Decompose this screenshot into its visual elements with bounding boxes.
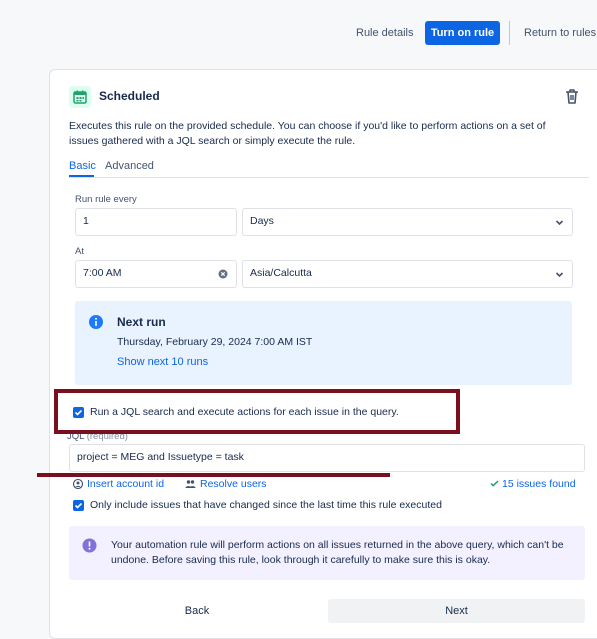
annotation-highlight-box bbox=[54, 389, 460, 434]
show-next-runs-link[interactable]: Show next 10 runs bbox=[117, 356, 208, 368]
tab-divider bbox=[69, 177, 589, 178]
warning-box: Your automation rule will perform action… bbox=[69, 526, 585, 580]
clear-icon[interactable] bbox=[218, 269, 228, 279]
turn-on-rule-button[interactable]: Turn on rule bbox=[425, 21, 500, 45]
trash-icon[interactable] bbox=[563, 87, 581, 105]
resolve-users-label: Resolve users bbox=[200, 478, 267, 490]
time-input[interactable]: 7:00 AM bbox=[75, 260, 237, 288]
tab-advanced[interactable]: Advanced bbox=[105, 160, 154, 172]
check-icon bbox=[74, 502, 83, 509]
users-icon bbox=[185, 480, 196, 488]
user-icon bbox=[72, 478, 84, 490]
issues-found-link[interactable]: 15 issues found bbox=[490, 478, 576, 490]
next-button[interactable]: Next bbox=[328, 599, 585, 623]
info-icon bbox=[89, 315, 103, 329]
run-every-label: Run rule every bbox=[75, 194, 137, 205]
timezone-select[interactable]: Asia/Calcutta bbox=[242, 260, 573, 288]
run-every-input[interactable]: 1 bbox=[75, 208, 237, 236]
active-tab-indicator bbox=[69, 175, 94, 177]
next-run-date: Thursday, February 29, 2024 7:00 AM IST bbox=[117, 336, 313, 348]
insert-account-id-label: Insert account id bbox=[87, 478, 165, 490]
tab-basic[interactable]: Basic bbox=[69, 160, 96, 172]
only-changed-checkbox[interactable] bbox=[73, 500, 84, 511]
divider bbox=[509, 21, 510, 45]
insert-account-id-link[interactable]: Insert account id bbox=[72, 478, 165, 490]
timezone-value: Asia/Calcutta bbox=[250, 267, 312, 279]
issues-found-label: 15 issues found bbox=[502, 478, 576, 490]
next-run-box: Next run Thursday, February 29, 2024 7:0… bbox=[75, 301, 572, 385]
chevron-down-icon bbox=[555, 220, 564, 226]
warning-text: Your automation rule will perform action… bbox=[111, 539, 564, 566]
annotation-underline bbox=[37, 473, 390, 477]
time-value: 7:00 AM bbox=[83, 267, 122, 279]
return-to-rules-button[interactable]: Return to rules bbox=[524, 21, 596, 45]
trigger-title: Scheduled bbox=[99, 89, 160, 103]
interval-unit-value: Days bbox=[250, 215, 274, 227]
resolve-users-link[interactable]: Resolve users bbox=[185, 478, 267, 490]
warning-icon bbox=[82, 538, 97, 553]
interval-unit-select[interactable]: Days bbox=[242, 208, 573, 236]
next-run-title: Next run bbox=[117, 315, 166, 329]
trigger-config-panel: Scheduled Executes this rule on the prov… bbox=[49, 69, 597, 639]
trigger-description: Executes this rule on the provided sched… bbox=[69, 120, 546, 147]
chevron-down-icon bbox=[555, 272, 564, 278]
only-changed-label: Only include issues that have changed si… bbox=[90, 499, 442, 511]
jql-input[interactable]: project = MEG and Issuetype = task bbox=[69, 444, 585, 472]
back-button[interactable]: Back bbox=[163, 599, 231, 623]
check-icon bbox=[490, 480, 499, 487]
top-bar: Rule details Turn on rule Return to rule… bbox=[0, 0, 597, 66]
at-label: At bbox=[75, 246, 84, 257]
calendar-icon bbox=[69, 86, 91, 108]
rule-details-button[interactable]: Rule details bbox=[356, 21, 413, 45]
